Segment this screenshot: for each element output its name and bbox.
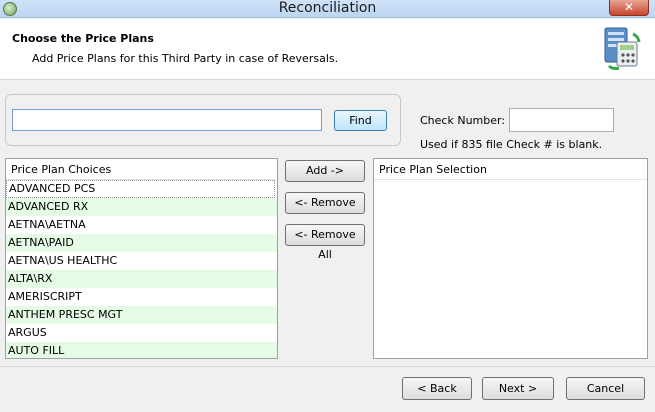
close-button[interactable]: ✕	[609, 0, 649, 16]
price-plan-selection-list[interactable]: Price Plan Selection	[373, 158, 648, 359]
price-plan-choices-list[interactable]: Price Plan Choices ADVANCED PCS ADVANCED…	[5, 158, 278, 359]
remove-button[interactable]: <- Remove	[285, 192, 365, 214]
check-number-label: Check Number:	[420, 114, 506, 127]
check-number-hint: Used if 835 file Check # is blank.	[420, 138, 603, 151]
list-item[interactable]: ADVANCED RX	[6, 198, 277, 216]
list-item[interactable]: AETNA\US HEALTHC	[6, 252, 277, 270]
title-bar: Reconciliation ✕	[0, 0, 655, 18]
search-input[interactable]	[12, 109, 322, 131]
list-item[interactable]: AMERISCRIPT	[6, 288, 277, 306]
server-calculator-icon	[604, 27, 641, 70]
remove-all-button[interactable]: <- Remove All	[285, 224, 365, 261]
add-button[interactable]: Add ->	[285, 160, 365, 182]
selection-column-header: Price Plan Selection	[374, 159, 647, 180]
list-item[interactable]: AUTO FILL	[6, 342, 277, 358]
check-number-input[interactable]	[509, 108, 614, 132]
cancel-button[interactable]: Cancel	[566, 377, 645, 400]
next-button[interactable]: Next >	[482, 377, 554, 400]
page-title: Choose the Price Plans	[12, 32, 154, 45]
list-item[interactable]: ANTHEM PRESC MGT	[6, 306, 277, 324]
list-item[interactable]: ALTA\RX	[6, 270, 277, 288]
wizard-header: Choose the Price Plans Add Price Plans f…	[0, 19, 655, 80]
page-subtitle: Add Price Plans for this Third Party in …	[32, 52, 339, 65]
window-title: Reconciliation	[278, 0, 377, 16]
back-button[interactable]: < Back	[402, 377, 472, 400]
list-item[interactable]: AETNA\PAID	[6, 234, 277, 252]
choices-column-header: Price Plan Choices	[6, 159, 277, 180]
list-item[interactable]: ADVANCED PCS	[6, 180, 275, 198]
wizard-footer	[0, 366, 655, 412]
find-button[interactable]: Find	[334, 110, 387, 131]
list-item[interactable]: ARGUS	[6, 324, 277, 342]
list-item[interactable]: AETNA\AETNA	[6, 216, 277, 234]
